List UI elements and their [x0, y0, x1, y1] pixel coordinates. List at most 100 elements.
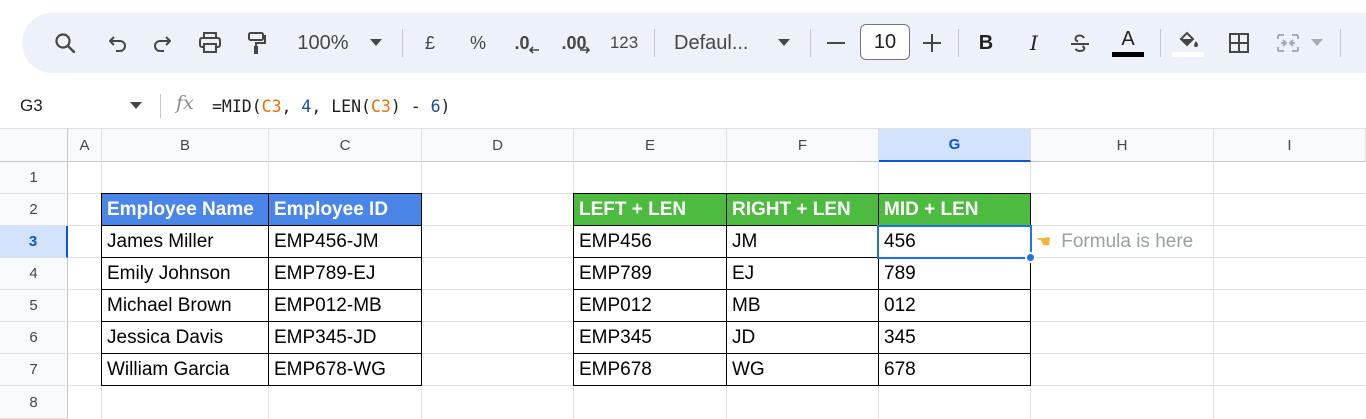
font-size-value: 10	[873, 30, 897, 53]
decrease-font-size-button[interactable]	[822, 13, 850, 73]
paint-format-icon[interactable]	[242, 13, 272, 73]
formula-number: 6	[430, 96, 441, 116]
cell-g3[interactable]: 456	[878, 225, 1031, 258]
column-header-f[interactable]: F	[727, 128, 879, 162]
text-color-button[interactable]: A	[1110, 13, 1146, 73]
cell-e4[interactable]: EMP789	[573, 257, 727, 290]
bold-button[interactable]: B	[972, 13, 1000, 73]
merge-cells-icon[interactable]	[1272, 13, 1304, 73]
cell-c6[interactable]: EMP345-JD	[268, 321, 422, 354]
cell-f7[interactable]: WG	[726, 353, 879, 386]
percent-label: %	[469, 32, 486, 53]
strikethrough-icon[interactable]	[1066, 13, 1094, 73]
cell-g6[interactable]: 345	[878, 321, 1031, 354]
italic-button[interactable]: I	[1020, 13, 1048, 73]
formula-part: )	[440, 96, 451, 116]
fill-color-button[interactable]	[1170, 13, 1206, 73]
borders-icon[interactable]	[1224, 13, 1254, 73]
increase-decimal-button[interactable]: .00	[556, 13, 596, 73]
row-header-3[interactable]: 3	[0, 226, 68, 258]
toolbar-divider	[810, 29, 811, 57]
formula-cell-reference: C3	[370, 96, 391, 116]
currency-format-button[interactable]: £	[418, 13, 442, 73]
more-formats-button[interactable]: 123	[606, 13, 642, 73]
font-size-input[interactable]: 10	[860, 24, 910, 60]
increase-font-size-button[interactable]	[918, 13, 946, 73]
text-color-label: A	[1121, 28, 1135, 50]
name-box-dropdown-icon[interactable]	[130, 102, 142, 110]
formula-number: 4	[301, 96, 312, 116]
cell-b5[interactable]: Michael Brown	[101, 289, 269, 322]
cell-b7[interactable]: William Garcia	[101, 353, 269, 386]
toolbar-area: 100% £ % .0 .00 123 Defaul... 10 B I A	[0, 0, 1366, 84]
formula-note-text: Formula is here	[1061, 231, 1194, 252]
cell-b4[interactable]: Emily Johnson	[101, 257, 269, 290]
cell-f5[interactable]: MB	[726, 289, 879, 322]
text-color-swatch	[1112, 52, 1144, 57]
font-family-select[interactable]: Defaul...	[674, 13, 760, 73]
row-header-5[interactable]: 5	[0, 290, 68, 322]
cell-f4[interactable]: EJ	[726, 257, 879, 290]
cell-c7[interactable]: EMP678-WG	[268, 353, 422, 386]
column-header-g[interactable]: G	[879, 128, 1031, 162]
cell-b6[interactable]: Jessica Davis	[101, 321, 269, 354]
percent-format-button[interactable]: %	[466, 13, 490, 73]
row-header-2[interactable]: 2	[0, 194, 68, 226]
row-header-6[interactable]: 6	[0, 322, 68, 354]
toolbar-divider	[1160, 29, 1161, 57]
column-header-a[interactable]: A	[68, 128, 102, 162]
row-header-4[interactable]: 4	[0, 258, 68, 290]
cell-c5[interactable]: EMP012-MB	[268, 289, 422, 322]
redo-icon[interactable]	[148, 13, 176, 73]
row-header-1[interactable]: 1	[0, 162, 68, 194]
column-header-i[interactable]: I	[1214, 128, 1366, 162]
row-header-8[interactable]: 8	[0, 386, 68, 419]
arrow-right-icon	[579, 46, 590, 54]
formula-cell-reference: C3	[261, 96, 282, 116]
name-box[interactable]: G3	[20, 84, 43, 128]
table1-header-employee-name[interactable]: Employee Name	[101, 193, 269, 226]
toolbar-divider	[1340, 29, 1341, 57]
cell-e7[interactable]: EMP678	[573, 353, 727, 386]
decrease-decimal-button[interactable]: .0	[510, 13, 544, 73]
cell-g4[interactable]: 789	[878, 257, 1031, 290]
cell-e6[interactable]: EMP345	[573, 321, 727, 354]
cell-g7[interactable]: 678	[878, 353, 1031, 386]
print-icon[interactable]	[194, 13, 226, 73]
formula-note: ☚ Formula is here	[1036, 226, 1193, 258]
select-all-corner[interactable]	[0, 128, 68, 162]
column-header-d[interactable]: D	[422, 128, 574, 162]
arrow-left-icon	[528, 46, 539, 54]
font-family-dropdown-icon[interactable]	[774, 13, 794, 73]
column-header-b[interactable]: B	[102, 128, 269, 162]
fill-handle[interactable]	[1025, 252, 1036, 263]
cell-e3[interactable]: EMP456	[573, 225, 727, 258]
merge-dropdown-icon[interactable]	[1308, 13, 1326, 73]
table1-header-employee-id[interactable]: Employee ID	[268, 193, 422, 226]
row-header-7[interactable]: 7	[0, 354, 68, 386]
fill-color-swatch	[1172, 51, 1204, 57]
cell-c3[interactable]: EMP456-JM	[268, 225, 422, 258]
zoom-dropdown-icon[interactable]	[366, 13, 386, 73]
cell-g5[interactable]: 012	[878, 289, 1031, 322]
cell-f6[interactable]: JD	[726, 321, 879, 354]
column-header-e[interactable]: E	[574, 128, 727, 162]
zoom-select[interactable]: 100%	[292, 13, 354, 73]
formula-part: =MID(	[212, 96, 262, 116]
cell-b3[interactable]: James Miller	[101, 225, 269, 258]
toolbar-divider	[958, 29, 959, 57]
undo-icon[interactable]	[104, 13, 132, 73]
fx-icon: fx	[176, 92, 194, 114]
cell-c4[interactable]: EMP789-EJ	[268, 257, 422, 290]
search-icon[interactable]	[50, 13, 80, 73]
cell-f3[interactable]: JM	[726, 225, 879, 258]
table2-header-right-len[interactable]: RIGHT + LEN	[726, 193, 879, 226]
formula-part: ) -	[390, 96, 431, 116]
cell-e5[interactable]: EMP012	[573, 289, 727, 322]
column-header-c[interactable]: C	[269, 128, 422, 162]
formula-input[interactable]: =MID(C3, 4, LEN(C3) - 6)	[212, 84, 450, 128]
column-header-h[interactable]: H	[1031, 128, 1214, 162]
paint-bucket-icon	[1179, 31, 1198, 47]
table2-header-mid-len[interactable]: MID + LEN	[878, 193, 1031, 226]
table2-header-left-len[interactable]: LEFT + LEN	[573, 193, 727, 226]
